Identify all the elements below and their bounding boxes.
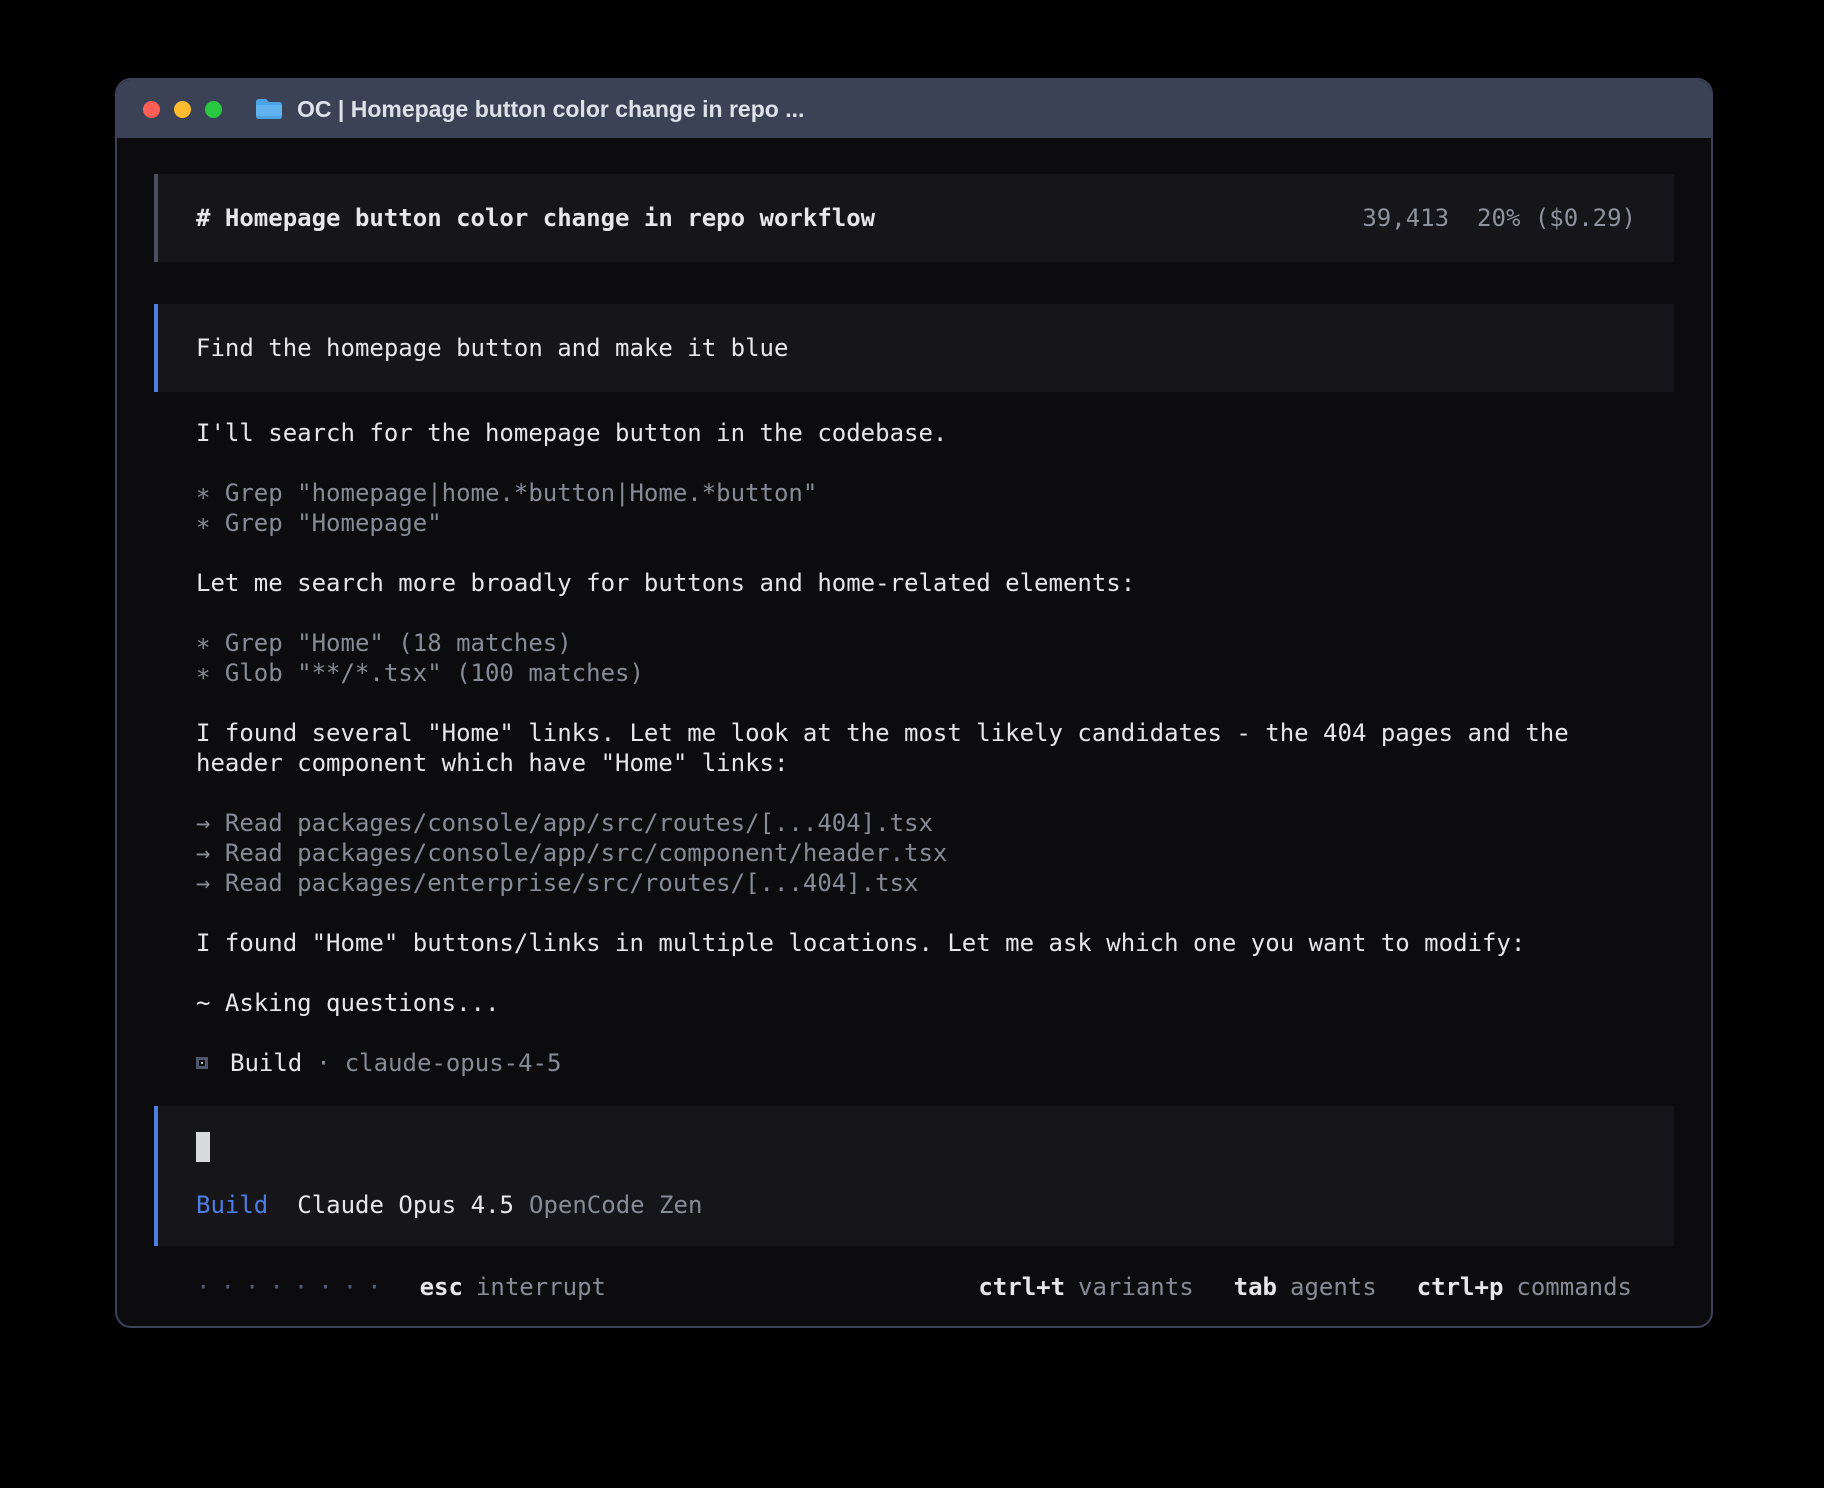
agent-name: Build bbox=[230, 1048, 302, 1078]
input-agent-label[interactable]: Build bbox=[196, 1190, 268, 1220]
agent-icon bbox=[196, 1057, 208, 1069]
tool-call-group: ∗ Grep "Home" (18 matches) ∗ Glob "**/*.… bbox=[196, 628, 1632, 688]
window-titlebar: OC | Homepage button color change in rep… bbox=[117, 80, 1711, 138]
titlebar-title-group: OC | Homepage button color change in rep… bbox=[254, 96, 804, 123]
agent-separator: · bbox=[316, 1048, 330, 1078]
working-status: ~ Asking questions... bbox=[196, 988, 1632, 1018]
agent-model: claude-opus-4-5 bbox=[345, 1048, 562, 1078]
assistant-message: I found "Home" buttons/links in multiple… bbox=[196, 928, 1632, 958]
session-title: # Homepage button color change in repo w… bbox=[196, 203, 875, 233]
window-controls bbox=[143, 101, 222, 118]
tool-call-group: → Read packages/console/app/src/routes/[… bbox=[196, 808, 1632, 898]
token-count: 39,413 bbox=[1362, 203, 1449, 233]
text-cursor bbox=[196, 1132, 210, 1162]
activity-dots: ········ bbox=[196, 1272, 392, 1302]
user-message-text: Find the homepage button and make it blu… bbox=[196, 333, 788, 363]
session-header: # Homepage button color change in repo w… bbox=[154, 174, 1674, 262]
tool-call-line: ∗ Grep "Home" (18 matches) bbox=[196, 628, 1632, 658]
user-message: Find the homepage button and make it blu… bbox=[154, 304, 1674, 392]
shortcut-key: ctrl+t bbox=[978, 1272, 1065, 1302]
shortcut-label: interrupt bbox=[476, 1272, 606, 1302]
tool-call-line: ∗ Grep "homepage|home.*button|Home.*butt… bbox=[196, 478, 1632, 508]
tool-call-line: ∗ Glob "**/*.tsx" (100 matches) bbox=[196, 658, 1632, 688]
shortcut-key: tab bbox=[1234, 1272, 1277, 1302]
tool-call-line: ∗ Grep "Homepage" bbox=[196, 508, 1632, 538]
assistant-message: I found several "Home" links. Let me loo… bbox=[196, 718, 1632, 778]
shortcut-key: esc bbox=[420, 1272, 463, 1302]
shortcut-key: ctrl+p bbox=[1417, 1272, 1504, 1302]
close-button[interactable] bbox=[143, 101, 160, 118]
prompt-input[interactable]: Build Claude Opus 4.5 OpenCode Zen bbox=[154, 1106, 1674, 1246]
input-provider-label: OpenCode Zen bbox=[529, 1190, 702, 1220]
assistant-transcript: I'll search for the homepage button in t… bbox=[154, 418, 1674, 1078]
shortcut-variants: ctrl+t variants bbox=[978, 1272, 1193, 1302]
agent-status-line: Build · claude-opus-4-5 bbox=[196, 1048, 1632, 1078]
shortcut-label: commands bbox=[1516, 1272, 1632, 1302]
shortcut-interrupt: esc interrupt bbox=[420, 1272, 606, 1302]
shortcut-group: ctrl+t variants tab agents ctrl+p comman… bbox=[978, 1272, 1632, 1302]
tool-call-line: → Read packages/console/app/src/routes/[… bbox=[196, 808, 1632, 838]
tool-call-group: ∗ Grep "homepage|home.*button|Home.*butt… bbox=[196, 478, 1632, 538]
folder-icon bbox=[254, 97, 284, 121]
input-model-label[interactable]: Claude Opus 4.5 bbox=[297, 1190, 514, 1220]
input-footer: Build Claude Opus 4.5 OpenCode Zen bbox=[196, 1190, 1636, 1220]
shortcut-label: agents bbox=[1290, 1272, 1377, 1302]
shortcut-commands: ctrl+p commands bbox=[1417, 1272, 1632, 1302]
tool-call-line: → Read packages/enterprise/src/routes/[.… bbox=[196, 868, 1632, 898]
window-title: OC | Homepage button color change in rep… bbox=[297, 96, 804, 123]
status-bar: ········ esc interrupt ctrl+t variants t… bbox=[154, 1272, 1674, 1302]
session-meta: 39,413 20% ($0.29) bbox=[1362, 203, 1636, 233]
tool-call-line: → Read packages/console/app/src/componen… bbox=[196, 838, 1632, 868]
terminal-content: # Homepage button color change in repo w… bbox=[117, 138, 1711, 1302]
assistant-message: I'll search for the homepage button in t… bbox=[196, 418, 1632, 448]
terminal-window: OC | Homepage button color change in rep… bbox=[115, 78, 1713, 1328]
shortcut-label: variants bbox=[1078, 1272, 1194, 1302]
zoom-button[interactable] bbox=[205, 101, 222, 118]
assistant-message: Let me search more broadly for buttons a… bbox=[196, 568, 1632, 598]
context-usage: 20% ($0.29) bbox=[1477, 203, 1636, 233]
minimize-button[interactable] bbox=[174, 101, 191, 118]
shortcut-agents: tab agents bbox=[1234, 1272, 1377, 1302]
